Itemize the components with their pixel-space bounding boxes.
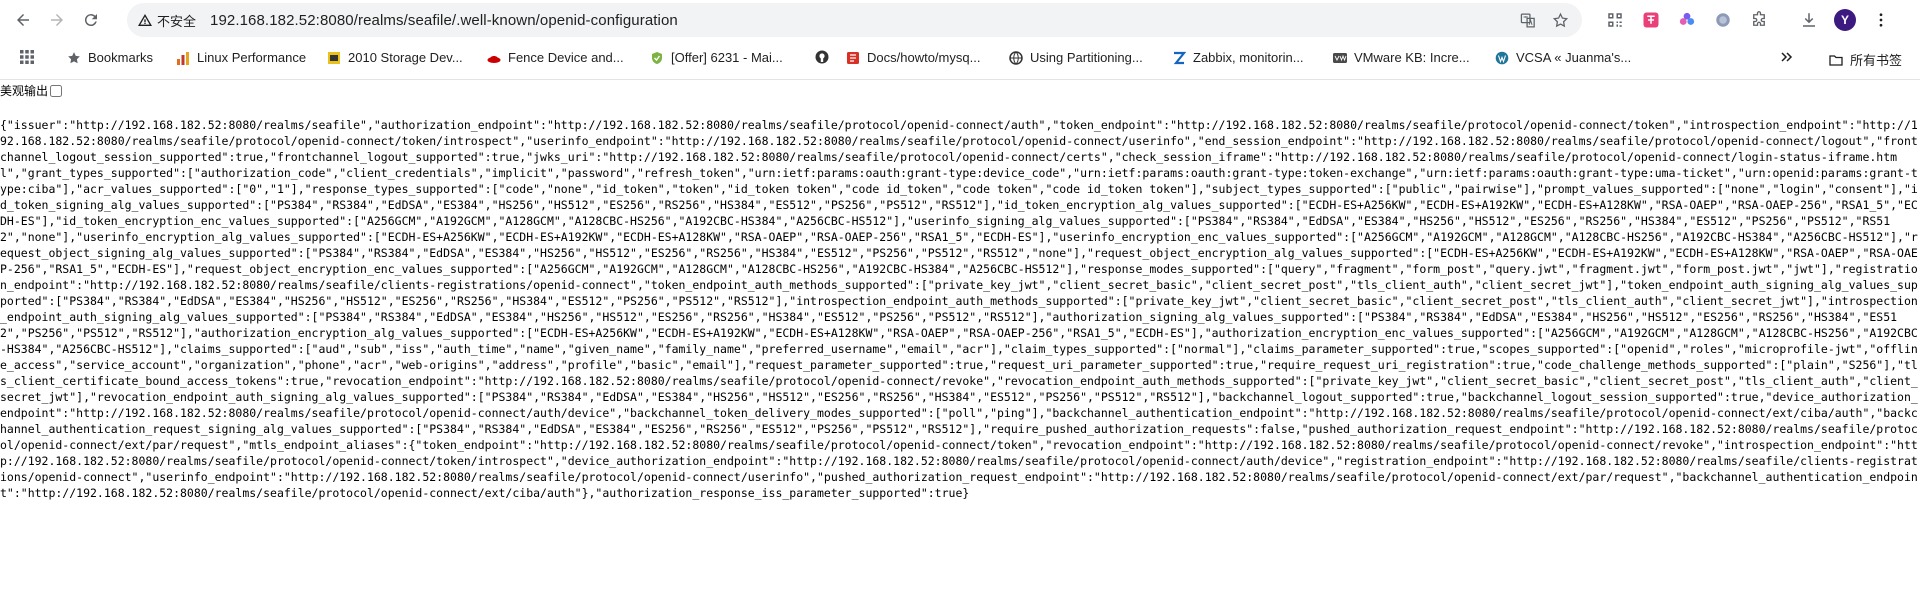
bookmark-item[interactable]: Linux Performance	[176, 50, 306, 65]
github-icon	[815, 50, 829, 64]
bookmarks-bar: Bookmarks Linux Performance 2010 Storage…	[0, 43, 1920, 73]
chevron-double-right-icon	[1780, 50, 1794, 64]
extension-flower-button[interactable]	[1672, 5, 1702, 35]
forward-button[interactable]	[42, 5, 72, 35]
profile-button[interactable]: Y	[1830, 5, 1860, 35]
security-label: 不安全	[157, 13, 197, 29]
bookmark-item[interactable]: VMware KB: Incre...	[1333, 50, 1470, 65]
bookmark-label: Using Partitioning...	[1030, 50, 1143, 65]
folder-icon	[1829, 53, 1843, 67]
back-button[interactable]	[8, 5, 38, 35]
bookmark-label: 2010 Storage Dev...	[348, 50, 463, 65]
apps-button[interactable]	[20, 50, 41, 64]
translate-button[interactable]	[1514, 6, 1542, 34]
bookmark-label: VCSA « Juanma's...	[1516, 50, 1632, 65]
reload-icon	[84, 14, 97, 27]
warning-triangle-icon	[138, 14, 152, 26]
browser-toolbar: 不安全 192.168.182.52:8080/realms/seafile/.…	[0, 0, 1920, 40]
star-icon	[67, 51, 81, 65]
json-content: {"issuer":"http://192.168.182.52:8080/re…	[0, 118, 1918, 500]
pink-extension-icon	[1643, 12, 1659, 28]
more-bookmarks-button[interactable]	[1780, 50, 1801, 64]
bookmark-item[interactable]: 2010 Storage Dev...	[327, 50, 463, 65]
docs-favicon	[846, 51, 860, 65]
linux-perf-favicon	[176, 51, 190, 65]
toolbar-divider	[0, 79, 1920, 80]
all-bookmarks-label: 所有书签	[1850, 53, 1903, 68]
browser-menu-button[interactable]	[1866, 5, 1896, 35]
url-text[interactable]: 192.168.182.52:8080/realms/seafile/.well…	[210, 12, 678, 29]
arrow-left-icon	[17, 14, 29, 26]
storage-favicon	[327, 51, 341, 65]
bookmark-item[interactable]: Using Partitioning...	[1009, 50, 1143, 65]
pretty-print-checkbox[interactable]	[50, 84, 63, 97]
bookmark-label: Zabbix, monitorin...	[1193, 50, 1304, 65]
kebab-menu-icon	[1879, 13, 1883, 27]
bookmark-label: VMware KB: Incre...	[1354, 50, 1470, 65]
bookmark-item[interactable]: Fence Device and...	[487, 50, 624, 65]
qr-code-icon	[1608, 13, 1622, 27]
extension-translate-button[interactable]	[1636, 5, 1666, 35]
pretty-print-label[interactable]: 美观输出	[0, 82, 48, 99]
zabbix-favicon	[1172, 51, 1186, 65]
flower-icon	[1679, 12, 1695, 25]
offer-favicon	[650, 51, 664, 65]
download-icon	[1803, 13, 1815, 27]
star-outline-icon	[1552, 12, 1568, 27]
bookmark-label: [Offer] 6231 - Mai...	[671, 50, 783, 65]
avatar: Y	[1834, 9, 1856, 31]
bookmark-item[interactable]: Bookmarks	[67, 50, 153, 65]
bookmark-label: Linux Performance	[197, 50, 307, 65]
pretty-print-control: 美观输出	[0, 82, 63, 99]
arrow-right-icon	[51, 14, 63, 26]
bookmark-star-button[interactable]	[1546, 6, 1574, 34]
address-bar[interactable]: 不安全 192.168.182.52:8080/realms/seafile/.…	[127, 3, 1582, 37]
all-bookmarks-button[interactable]: 所有书签	[1829, 50, 1902, 69]
qr-code-button[interactable]	[1600, 5, 1630, 35]
downloads-button[interactable]	[1794, 5, 1824, 35]
extensions-button[interactable]	[1744, 5, 1774, 35]
wordpress-favicon	[1495, 51, 1509, 65]
bookmark-item[interactable]	[815, 50, 836, 64]
bookmark-label: Docs/howto/mysq...	[867, 50, 981, 65]
puzzle-icon	[1753, 11, 1765, 26]
bookmark-item[interactable]: Zabbix, monitorin...	[1172, 50, 1304, 65]
bookmark-item[interactable]: [Offer] 6231 - Mai...	[650, 50, 783, 65]
apps-grid-icon	[20, 50, 34, 64]
redhat-favicon	[487, 51, 501, 65]
translate-icon	[1520, 12, 1535, 28]
bookmark-item[interactable]: VCSA « Juanma's...	[1495, 50, 1631, 65]
gray-circle-icon	[1716, 13, 1730, 27]
extension-circle-button[interactable]	[1708, 5, 1738, 35]
globe-icon	[1009, 50, 1023, 65]
vmware-favicon	[1333, 51, 1347, 65]
bookmark-label: Fence Device and...	[508, 50, 624, 65]
extensions-area: Y	[1600, 5, 1902, 35]
bookmark-item[interactable]: Docs/howto/mysq...	[846, 50, 980, 65]
security-indicator[interactable]: 不安全	[137, 11, 196, 30]
reload-button[interactable]	[76, 5, 106, 35]
bookmark-label: Bookmarks	[88, 50, 154, 65]
